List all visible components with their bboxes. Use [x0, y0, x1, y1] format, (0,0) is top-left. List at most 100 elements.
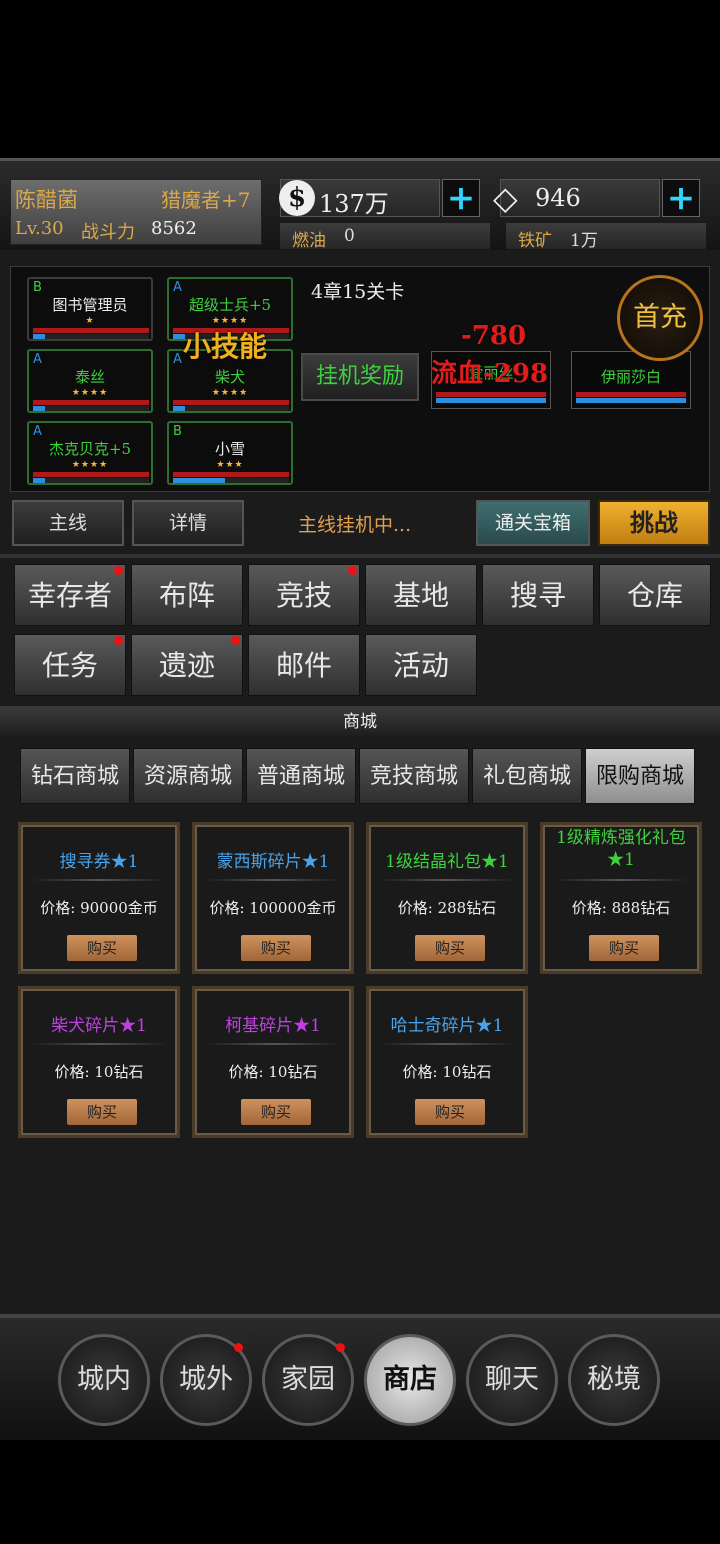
buy-button[interactable]: 购买: [67, 935, 137, 961]
nav-label: 城内: [77, 1364, 131, 1395]
hero-name: 泰丝: [74, 368, 105, 386]
main-line-button[interactable]: 主线: [12, 500, 124, 546]
shop-title: 商城: [0, 706, 720, 738]
nav-city-outside[interactable]: 城外: [160, 1334, 252, 1426]
fuel-value: 0: [344, 226, 355, 246]
tab-gift-shop[interactable]: 礼包商城: [472, 748, 582, 804]
menu-formation[interactable]: 布阵: [131, 564, 243, 626]
nav-city-inside[interactable]: 城内: [58, 1334, 150, 1426]
menu-survivors[interactable]: 幸存者: [14, 564, 126, 626]
add-money-button[interactable]: +: [442, 179, 480, 217]
hero-stars: ★★★★: [211, 388, 249, 398]
buy-button[interactable]: 购买: [241, 935, 311, 961]
price-label: 价格:: [54, 1063, 90, 1081]
shop-item-card: 柴犬碎片★1 价格: 10钻石 购买: [18, 986, 180, 1138]
top-bar: 陈醋菌 猎魔者+7 Lv.30 战斗力 8562 $ 137万 + ◇ 946 …: [0, 158, 720, 251]
price-value: 888钻石: [611, 899, 671, 917]
nav-chat[interactable]: 聊天: [466, 1334, 558, 1426]
menu-ruins[interactable]: 遗迹: [131, 634, 243, 696]
details-button[interactable]: 详情: [132, 500, 244, 546]
hero-grade: B: [173, 424, 182, 439]
stage-label: 4章15关卡: [311, 281, 405, 303]
fuel-label: 燃油: [292, 231, 326, 251]
hero-card[interactable]: B 图书管理员 ★: [27, 277, 153, 341]
notification-dot-icon: [114, 636, 123, 645]
nav-label: 聊天: [485, 1364, 539, 1395]
menu-label: 布阵: [158, 579, 215, 612]
tab-resource-shop[interactable]: 资源商城: [133, 748, 243, 804]
menu-warehouse[interactable]: 仓库: [599, 564, 711, 626]
add-diamond-button[interactable]: +: [662, 179, 700, 217]
hero-card[interactable]: A 杰克贝克+5 ★★★★: [27, 421, 153, 485]
enemy-card[interactable]: 伊丽莎白: [571, 351, 691, 409]
hero-grade: A: [33, 424, 42, 439]
notification-dot-icon: [348, 566, 357, 575]
hero-hp-bar: [33, 472, 149, 477]
menu-label: 遗迹: [158, 649, 215, 682]
menu-arena[interactable]: 竞技: [248, 564, 360, 626]
tab-diamond-shop[interactable]: 钻石商城: [20, 748, 130, 804]
menu-search[interactable]: 搜寻: [482, 564, 594, 626]
hero-grade: A: [173, 280, 182, 295]
idle-reward-button[interactable]: 挂机奖励: [301, 353, 419, 401]
divider: [205, 1043, 341, 1045]
clear-chest-button[interactable]: 通关宝箱: [476, 500, 590, 546]
tab-limited-shop[interactable]: 限购商城: [585, 748, 695, 804]
menu-tasks[interactable]: 任务: [14, 634, 126, 696]
challenge-button[interactable]: 挑战: [598, 500, 710, 546]
buy-button[interactable]: 购买: [241, 1099, 311, 1125]
enemy-name: 伊丽莎白: [600, 368, 661, 386]
price-label: 价格:: [209, 899, 245, 917]
item-price: 价格: 100000金币: [195, 897, 351, 918]
notification-dot-icon: [336, 1343, 345, 1352]
menu-events[interactable]: 活动: [365, 634, 477, 696]
price-label: 价格:: [228, 1063, 264, 1081]
menu-mail[interactable]: 邮件: [248, 634, 360, 696]
buy-button[interactable]: 购买: [67, 1099, 137, 1125]
divider: [553, 879, 689, 881]
price-label: 价格:: [571, 899, 607, 917]
hero-name: 图书管理员: [52, 296, 128, 314]
divider: [379, 879, 515, 881]
buy-button[interactable]: 购买: [415, 935, 485, 961]
hero-card[interactable]: B 小雪 ★★★: [167, 421, 293, 485]
power-value: 8562: [151, 218, 197, 239]
tab-arena-shop[interactable]: 竞技商城: [359, 748, 469, 804]
divider: [31, 879, 167, 881]
hero-stars: ★★★★: [71, 388, 109, 398]
hero-name: 杰克贝克+5: [48, 440, 132, 458]
buy-button[interactable]: 购买: [589, 935, 659, 961]
menu-base[interactable]: 基地: [365, 564, 477, 626]
price-value: 90000金币: [80, 899, 158, 917]
hero-name: 超级士兵+5: [188, 296, 272, 314]
nav-shop[interactable]: 商店: [364, 1334, 456, 1426]
item-name: 1级精炼强化礼包★1: [556, 828, 686, 870]
divider: [379, 1043, 515, 1045]
player-info-panel[interactable]: 陈醋菌 猎魔者+7 Lv.30 战斗力 8562: [10, 179, 262, 245]
fuel-display: 燃油 0: [280, 223, 490, 251]
shop-item-card: 柯基碎片★1 价格: 10钻石 购买: [192, 986, 354, 1138]
idle-status: 主线挂机中...: [298, 514, 412, 536]
hero-card[interactable]: A 泰丝 ★★★★: [27, 349, 153, 413]
item-name: 搜寻券★1: [59, 852, 139, 872]
first-charge-button[interactable]: 首充: [617, 275, 703, 361]
menu-label: 基地: [392, 579, 449, 612]
game-screen: 陈醋菌 猎魔者+7 Lv.30 战斗力 8562 $ 137万 + ◇ 946 …: [0, 158, 720, 1440]
enemy-mp-bar: [436, 398, 546, 403]
hero-hp-bar: [33, 400, 149, 405]
nav-label: 城外: [179, 1364, 233, 1395]
hero-hp-bar: [173, 472, 289, 477]
tab-normal-shop[interactable]: 普通商城: [246, 748, 356, 804]
diamond-value: 946: [535, 184, 581, 212]
item-price: 价格: 90000金币: [21, 897, 177, 918]
item-name: 1级结晶礼包★1: [385, 852, 509, 872]
nav-secret-realm[interactable]: 秘境: [568, 1334, 660, 1426]
divider: [205, 879, 341, 881]
price-label: 价格:: [402, 1063, 438, 1081]
buy-button[interactable]: 购买: [415, 1099, 485, 1125]
nav-home[interactable]: 家园: [262, 1334, 354, 1426]
hero-hp-bar: [173, 400, 289, 405]
diamond-icon: ◇: [493, 179, 518, 217]
battle-panel: B 图书管理员 ★ A 超级士兵+5 ★★★★ A 泰丝 ★★★★ A 柴犬 ★…: [10, 266, 710, 492]
menu-label: 活动: [392, 649, 449, 682]
